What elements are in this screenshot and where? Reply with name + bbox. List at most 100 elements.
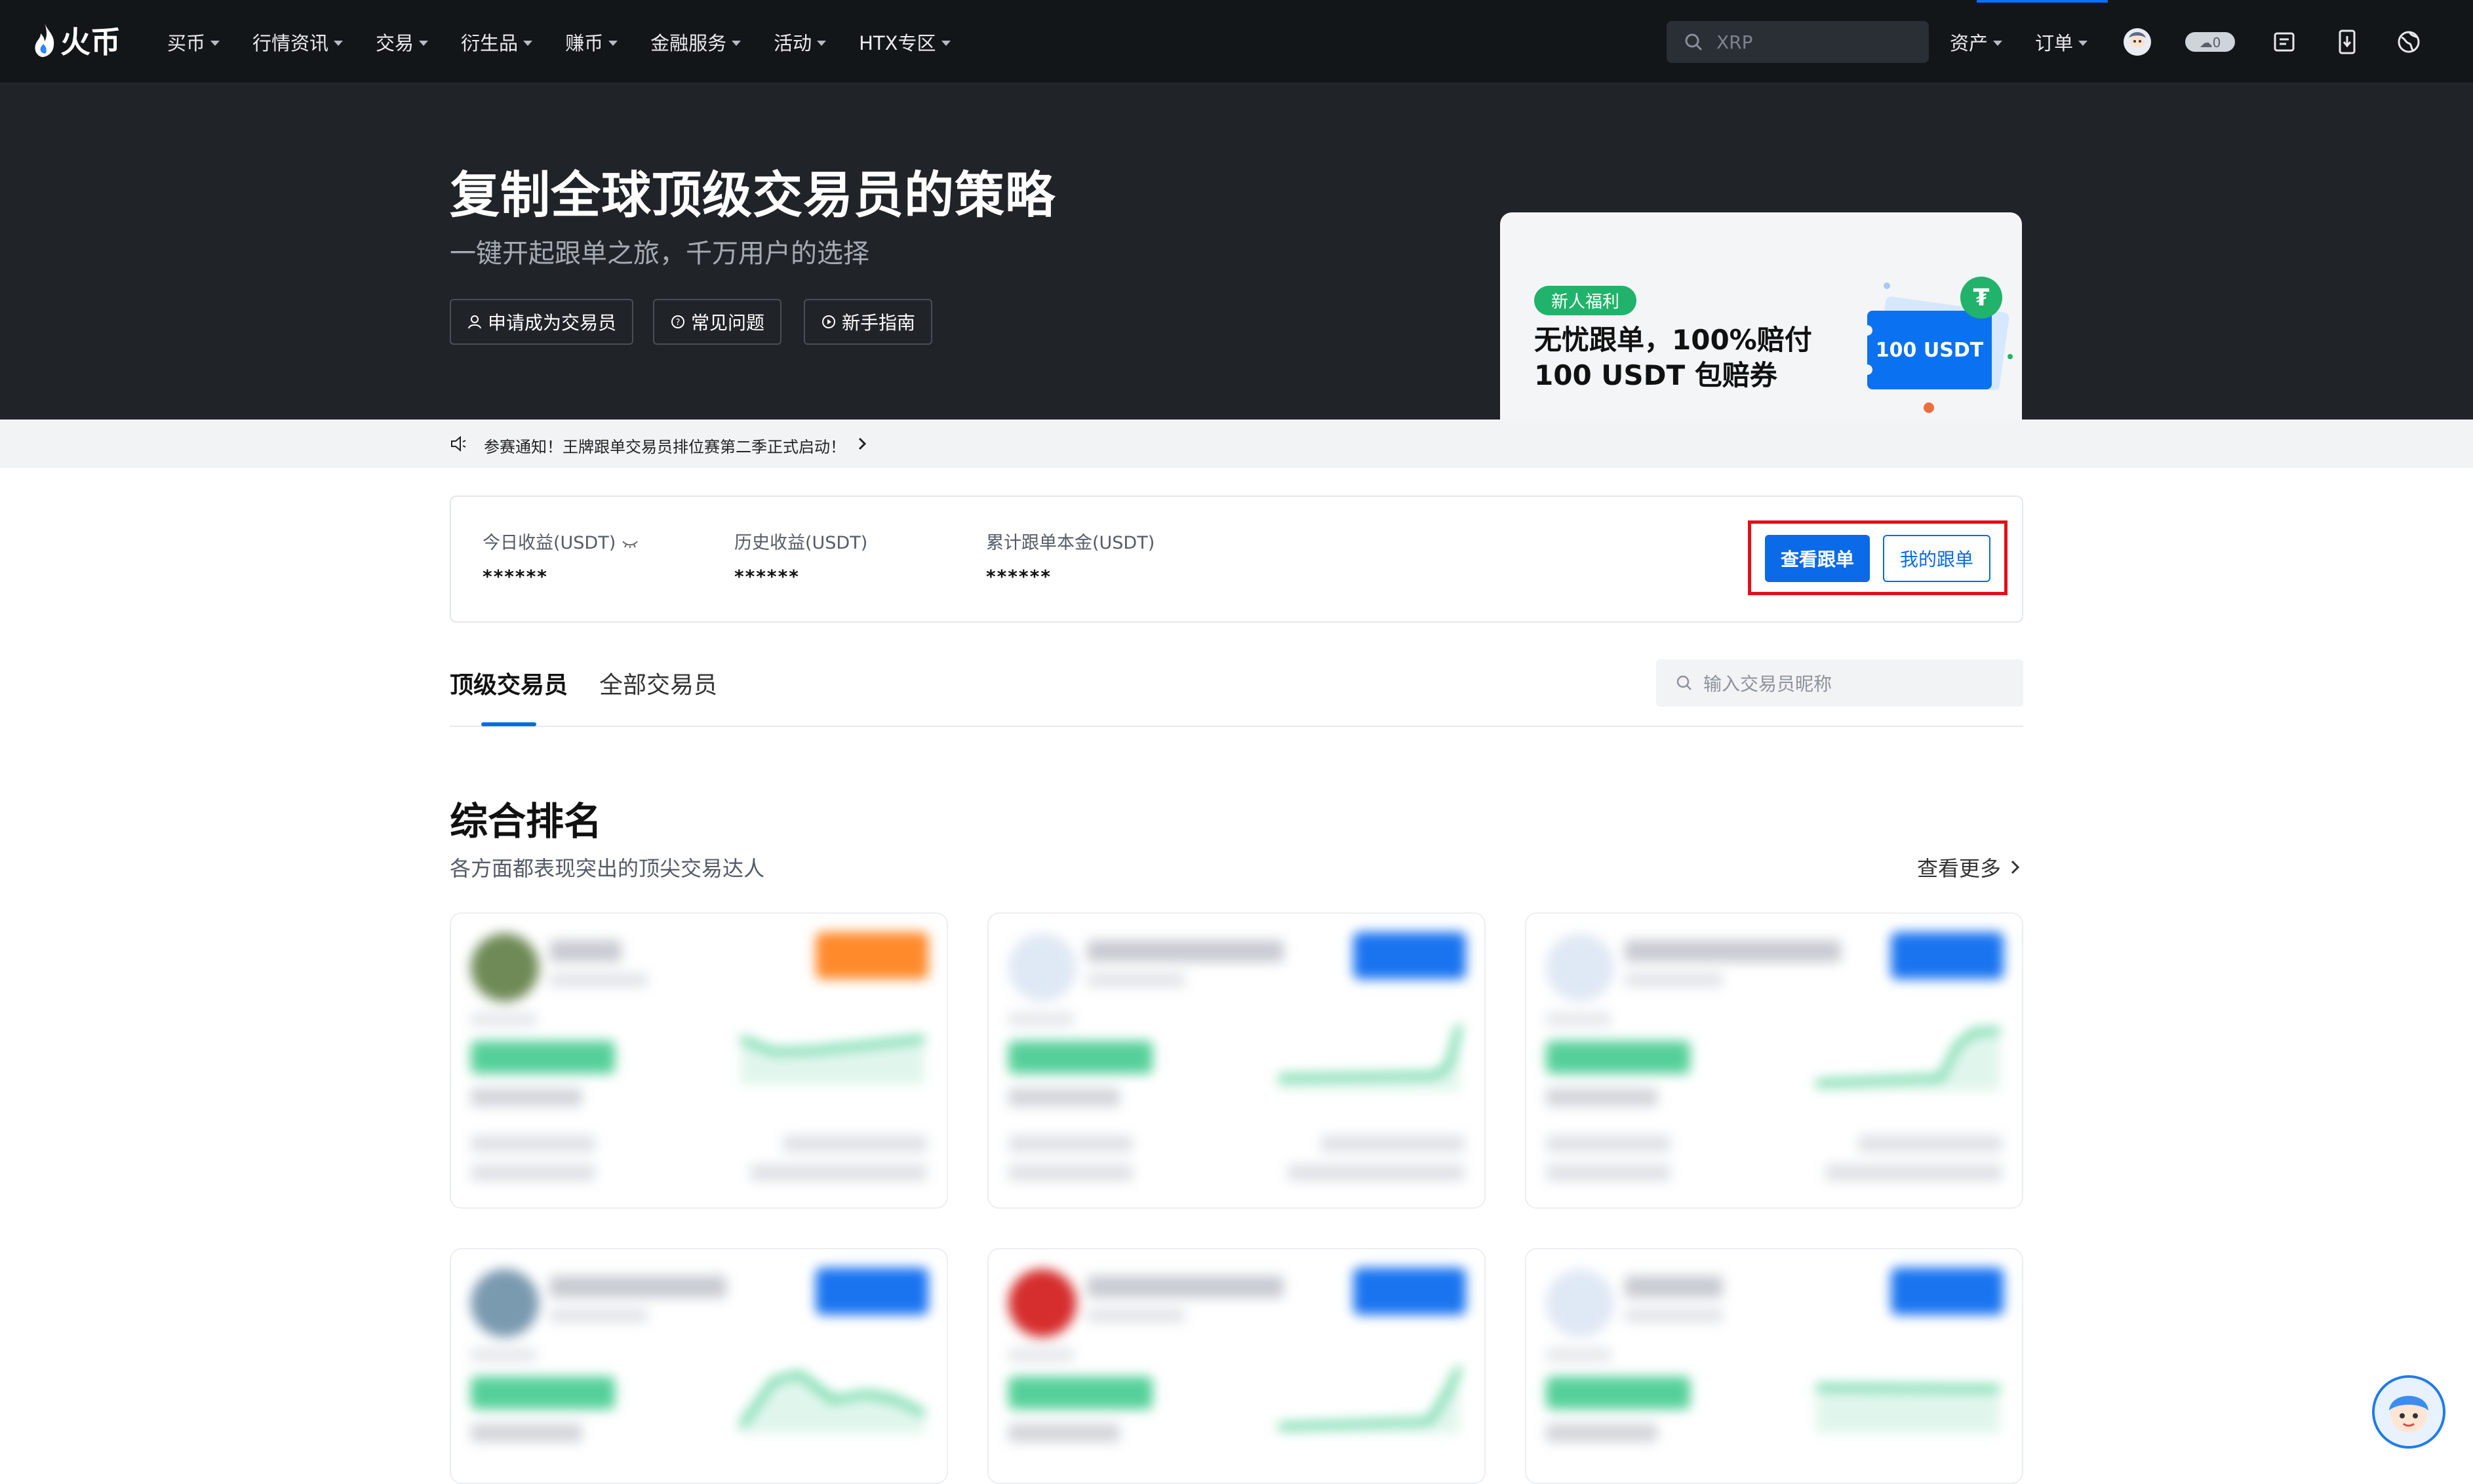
- view-more-link[interactable]: 查看更多: [1917, 852, 2022, 882]
- menu-item-finance[interactable]: 金融服务: [650, 28, 742, 56]
- beginner-guide-button[interactable]: 新手指南: [804, 299, 933, 345]
- chevron-down-icon: [210, 40, 220, 46]
- my-copy-trading-button[interactable]: 我的跟单: [1883, 535, 1990, 582]
- tab-top-traders[interactable]: 顶级交易员: [450, 666, 568, 700]
- trader-card-content: [989, 1249, 1484, 1483]
- chevron-down-icon: [1993, 40, 2003, 46]
- notice-text: 参赛通知！王牌跟单交易员排位赛第二季正式启动！: [484, 438, 846, 456]
- global-search-input[interactable]: XRP: [1667, 21, 1929, 63]
- chevron-down-icon: [732, 40, 742, 46]
- trader-card[interactable]: [450, 1248, 948, 1484]
- trader-search-input[interactable]: 输入交易员昵称: [1656, 659, 2023, 707]
- sparkline: [1815, 1384, 2000, 1433]
- stat-row: [750, 1164, 927, 1181]
- flame-icon: [35, 23, 54, 57]
- menu-item-trade[interactable]: 交易: [376, 28, 429, 56]
- menu-label: 行情资讯: [252, 32, 329, 54]
- logo-text: 火币: [60, 24, 121, 60]
- trader-avatar: [1008, 933, 1077, 1002]
- message-icon[interactable]: [2268, 26, 2300, 58]
- stat-row: [1858, 1135, 2002, 1152]
- view-copy-trading-button[interactable]: 查看跟单: [1765, 535, 1870, 582]
- trader-avatar: [1546, 933, 1614, 1002]
- stat-label: 历史收益(USDT): [734, 533, 868, 553]
- faq-label: 常见问题: [691, 312, 765, 334]
- trader-card[interactable]: [987, 912, 1486, 1209]
- tabs-divider: [450, 726, 2023, 727]
- menu-item-derivatives[interactable]: 衍生品: [461, 28, 533, 56]
- sparkline: [740, 1036, 925, 1084]
- follow-badge: [1891, 932, 2004, 979]
- stat-row: [1546, 1164, 1671, 1181]
- profit-value: [471, 1088, 582, 1106]
- trader-card-content: [989, 914, 1484, 1207]
- menu-label: 金融服务: [650, 32, 727, 54]
- ranking-subtitle: 各方面都表现突出的顶尖交易达人: [450, 856, 765, 881]
- trader-card[interactable]: [987, 1248, 1486, 1484]
- follow-badge: [1353, 1268, 1466, 1315]
- apply-trader-button[interactable]: 申请成为交易员: [450, 299, 634, 345]
- menu-item-htx[interactable]: HTX专区: [859, 28, 951, 56]
- trader-avatar: [471, 933, 539, 1002]
- active-tab-indicator: [481, 722, 536, 726]
- trader-card[interactable]: [1525, 912, 2023, 1209]
- menu-label: 买币: [167, 32, 206, 54]
- tether-icon: ₮: [1973, 284, 1989, 311]
- tab-all-traders[interactable]: 全部交易员: [599, 666, 717, 700]
- chevron-down-icon: [941, 40, 951, 46]
- coupon-text: 100 USDT: [1876, 339, 1984, 362]
- beginner-guide-label: 新手指南: [842, 312, 916, 334]
- total-principal: 累计跟单本金(USDT) ******: [986, 528, 1155, 587]
- notice-bar[interactable]: 参赛通知！王牌跟单交易员排位赛第二季正式启动！: [0, 420, 2473, 468]
- logo[interactable]: 火币: [33, 18, 121, 62]
- speaker-icon: [451, 435, 466, 452]
- top-nav: 火币 买币 行情资讯 交易 衍生品 赚币 金融服务 活动 HTX专区 XRP 资…: [0, 0, 2473, 84]
- trader-name: [549, 1276, 726, 1298]
- support-avatar-icon: [2375, 1378, 2443, 1446]
- trader-avatar: [1008, 1269, 1077, 1337]
- menu-item-buy[interactable]: 买币: [167, 28, 220, 56]
- sparkline: [1278, 1366, 1462, 1433]
- promo-line-2: 100 USDT 包赔券: [1534, 359, 1777, 391]
- assets-menu[interactable]: 资产: [1950, 0, 2003, 84]
- menu-item-market[interactable]: 行情资讯: [252, 28, 344, 56]
- svg-text:?: ?: [676, 318, 681, 328]
- search-value: XRP: [1716, 31, 1753, 53]
- chevron-down-icon: [2078, 40, 2088, 46]
- eye-hidden-icon[interactable]: [622, 539, 639, 549]
- play-icon: [822, 315, 835, 328]
- trader-card[interactable]: [450, 912, 948, 1209]
- sparkline: [1278, 1024, 1462, 1091]
- stat-label: 今日收益(USDT): [483, 528, 639, 554]
- trader-avatar: [471, 1269, 539, 1337]
- vip-badge-icon[interactable]: ☁0: [2183, 26, 2237, 58]
- orders-label: 订单: [2035, 32, 2074, 54]
- stat-row: [1320, 1135, 1465, 1152]
- menu-item-activity[interactable]: 活动: [774, 28, 827, 56]
- profit-value: [1008, 1088, 1120, 1106]
- today-earnings: 今日收益(USDT) ******: [483, 528, 639, 587]
- return-rate: [471, 1041, 615, 1074]
- download-icon[interactable]: [2331, 26, 2363, 58]
- globe-icon[interactable]: [2393, 26, 2424, 58]
- chevron-down-icon: [523, 40, 533, 46]
- stat-label: 累计跟单本金(USDT): [986, 533, 1155, 553]
- trader-card[interactable]: [1525, 1248, 2023, 1484]
- sparkline: [1815, 1028, 2000, 1091]
- orders-menu[interactable]: 订单: [2035, 0, 2088, 84]
- customer-support-button[interactable]: [2372, 1375, 2445, 1449]
- avatar[interactable]: [2122, 26, 2153, 58]
- trader-subinfo: [549, 973, 648, 987]
- follow-badge: [816, 932, 928, 979]
- apply-trader-label: 申请成为交易员: [488, 312, 617, 334]
- trader-avatar: [1546, 1269, 1614, 1337]
- trader-name: [1625, 1276, 1723, 1298]
- main-menu: 买币 行情资讯 交易 衍生品 赚币 金融服务 活动 HTX专区: [167, 0, 983, 84]
- menu-item-earn[interactable]: 赚币: [565, 28, 618, 56]
- view-more-label: 查看更多: [1917, 856, 2002, 881]
- menu-label: 衍生品: [461, 32, 519, 54]
- search-icon: [1676, 675, 1692, 690]
- faq-button[interactable]: ? 常见问题: [653, 299, 782, 345]
- hero-subtitle: 一键开起跟单之旅，千万用户的选择: [450, 239, 869, 269]
- trader-card-content: [1526, 914, 2022, 1207]
